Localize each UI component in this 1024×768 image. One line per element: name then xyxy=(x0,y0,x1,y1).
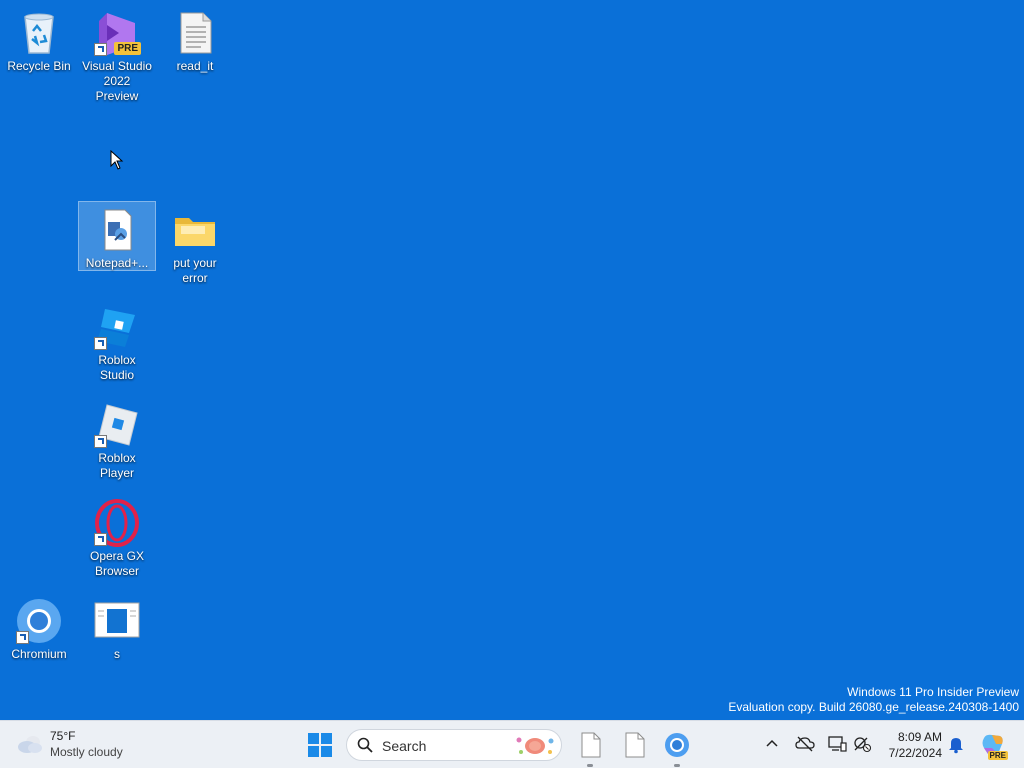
desktop-icon-chromium[interactable]: Chromium xyxy=(0,592,78,663)
taskbar-search-box[interactable]: Search xyxy=(346,729,562,761)
desktop-icon-label: Roblox Player xyxy=(98,451,136,480)
desktop-icon-notepad-plus-plus[interactable]: Notepad+... xyxy=(78,201,156,271)
mouse-cursor-icon xyxy=(110,149,124,175)
desktop-icon-label: Visual Studio 2022 Preview xyxy=(82,59,152,103)
windows-logo-icon xyxy=(308,733,332,757)
notepad-plus-plus-icon xyxy=(93,206,141,254)
chromium-icon xyxy=(15,597,63,645)
search-highlight-brain-icon xyxy=(513,734,557,763)
pre-badge: PRE xyxy=(114,42,141,55)
windows-evaluation-watermark: Windows 11 Pro Insider Preview Evaluatio… xyxy=(728,685,1019,715)
desktop-icon-visual-studio[interactable]: PRE Visual Studio 2022 Preview xyxy=(78,4,156,105)
search-placeholder: Search xyxy=(382,738,427,754)
desktop-icon-s[interactable]: s xyxy=(78,592,156,663)
clock-time: 8:09 AM xyxy=(897,730,942,744)
watermark-build: Evaluation copy. Build 26080.ge_release.… xyxy=(728,700,1019,714)
taskbar-app-file-1[interactable] xyxy=(574,729,606,767)
onedrive-offline-icon[interactable] xyxy=(795,734,815,754)
weather-condition: Mostly cloudy xyxy=(50,745,123,759)
desktop-icon-label: read_it xyxy=(176,59,214,73)
document-thumbnail-icon xyxy=(93,597,141,645)
shortcut-arrow-icon xyxy=(16,631,29,644)
desktop-icon-label: s xyxy=(114,647,120,661)
taskbar-app-chromium[interactable] xyxy=(661,729,693,767)
desktop-icon-label: Recycle Bin xyxy=(7,59,71,73)
opera-gx-icon xyxy=(93,499,141,547)
shortcut-arrow-icon xyxy=(94,337,107,350)
search-icon xyxy=(357,737,373,758)
pre-badge: PRE xyxy=(987,751,1008,760)
desktop-icon-put-your-error[interactable]: put your error xyxy=(156,201,234,287)
taskbar-clock[interactable]: 8:09 AM 7/22/2024 xyxy=(880,729,942,761)
watermark-edition: Windows 11 Pro Insider Preview xyxy=(847,685,1019,699)
recycle-bin-icon xyxy=(15,9,63,57)
shortcut-arrow-icon xyxy=(94,435,107,448)
clock-date: 7/22/2024 xyxy=(888,746,942,760)
desktop-icon-roblox-studio[interactable]: Roblox Studio xyxy=(78,298,156,384)
desktop-icon-read-it[interactable]: read_it xyxy=(156,4,234,75)
roblox-studio-icon xyxy=(93,303,141,351)
shortcut-arrow-icon xyxy=(94,43,107,56)
taskbar: 75°F Mostly cloudy Search 8:09 AM 7/22/2… xyxy=(0,720,1024,768)
weather-temperature: 75°F xyxy=(50,729,76,743)
desktop-icon-opera-gx[interactable]: Opera GX Browser xyxy=(78,494,156,580)
file-icon xyxy=(625,732,645,758)
desktop-icon-label: Roblox Studio xyxy=(98,353,136,382)
cloud-icon xyxy=(16,733,44,760)
desktop-icon-label: put your error xyxy=(173,256,217,285)
desktop-icon-roblox-player[interactable]: Roblox Player xyxy=(78,396,156,482)
bell-icon[interactable] xyxy=(946,734,966,754)
roblox-player-icon xyxy=(93,401,141,449)
show-hidden-icons-button[interactable] xyxy=(764,735,780,756)
running-indicator xyxy=(587,764,593,767)
text-file-icon xyxy=(171,9,219,57)
desktop-icon-recycle-bin[interactable]: Recycle Bin xyxy=(0,4,78,75)
chromium-icon xyxy=(665,733,689,757)
display-icon[interactable] xyxy=(827,734,847,754)
shortcut-arrow-icon xyxy=(94,533,107,546)
network-disconnected-icon[interactable] xyxy=(852,734,872,754)
desktop-icon-label: Notepad+... xyxy=(85,256,149,270)
visual-studio-icon: PRE xyxy=(93,9,141,57)
file-icon xyxy=(581,732,601,758)
folder-icon xyxy=(171,206,219,254)
chevron-up-icon xyxy=(766,739,778,747)
copilot-button[interactable]: PRE xyxy=(980,732,1008,760)
desktop-icon-label: Chromium xyxy=(11,647,67,661)
desktop[interactable]: Recycle Bin PRE Visual Studio 2022 Previ… xyxy=(0,0,1024,720)
weather-widget[interactable]: 75°F Mostly cloudy xyxy=(16,729,156,761)
running-indicator xyxy=(674,764,680,767)
start-button[interactable] xyxy=(306,731,334,759)
taskbar-app-file-2[interactable] xyxy=(618,729,650,761)
desktop-icon-label: Opera GX Browser xyxy=(89,549,145,578)
